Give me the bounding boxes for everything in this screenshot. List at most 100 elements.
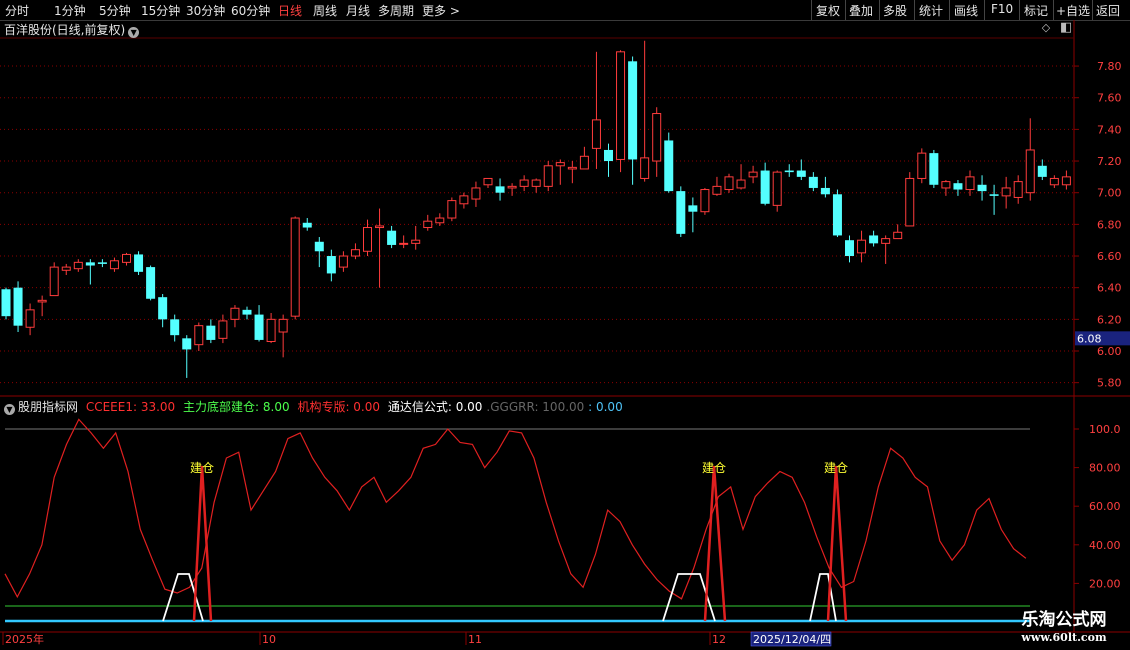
- candle-body-up: [1025, 149, 1035, 194]
- date-tick-label: 11: [468, 633, 482, 646]
- candle-body-up: [941, 181, 951, 189]
- candle-body-down: [495, 186, 505, 193]
- stock-chart[interactable]: 建仓 建仓 建仓 7.80 7.60 7.40 7.20 7.00 6.80 6.60 6.40 6…: [0, 0, 1130, 650]
- candle-body-up: [218, 320, 228, 339]
- candle-body-down: [158, 297, 168, 320]
- price-tick-label: 5.80: [1097, 377, 1122, 390]
- candle-body-up: [350, 249, 360, 257]
- indicator-name[interactable]: 股朋指标网: [18, 400, 78, 414]
- chevron-down-icon[interactable]: ▼: [128, 27, 140, 38]
- price-tick-label: 7.20: [1097, 155, 1122, 168]
- indicator-value-gggrr: .GGGRR: 100.00: [486, 400, 585, 414]
- cceee1-line: [4, 418, 1027, 600]
- chevron-down-icon[interactable]: ▼: [4, 404, 15, 415]
- build-signal-label: 建仓: [824, 461, 848, 475]
- date-tick-label: 12: [712, 633, 726, 646]
- candle-body-up: [881, 238, 891, 244]
- candle-body-down: [929, 153, 939, 185]
- candle-body-up: [266, 318, 276, 343]
- price-tick-label: 7.80: [1097, 60, 1122, 73]
- indicator-tick-label: 40.00: [1089, 539, 1121, 552]
- candle-body-up: [893, 231, 903, 240]
- candle-body-down: [989, 194, 999, 196]
- candle-body-down: [302, 222, 312, 228]
- candle-body-down: [1, 289, 11, 317]
- candle-body-up: [1013, 181, 1023, 198]
- price-tick-label: 6.40: [1097, 282, 1122, 295]
- cursor-date-label: 2025/12/04/四: [753, 633, 831, 646]
- candle-body-up: [122, 253, 131, 263]
- candle-body-up: [447, 200, 457, 219]
- candle-body-up: [459, 195, 469, 205]
- candle-body-down: [387, 230, 397, 245]
- candle-body-down: [664, 140, 674, 192]
- candle-body-down: [242, 309, 252, 315]
- candle-body-up: [435, 217, 445, 224]
- build-signal-label: 建仓: [702, 461, 726, 475]
- candle-body-up: [109, 260, 119, 270]
- indicator-value-extra: : 0.00: [588, 400, 623, 414]
- candle-body-up: [531, 179, 541, 187]
- date-tick-label: 2025年: [5, 632, 44, 646]
- candle-body-down: [254, 314, 264, 340]
- price-tick-label: 6.60: [1097, 250, 1122, 263]
- candle-body-up: [423, 220, 433, 229]
- candle-body-down: [784, 170, 794, 173]
- institution-hump: [809, 573, 837, 622]
- candle-body-down: [820, 187, 830, 195]
- candle-body-up: [616, 51, 626, 160]
- candle-body-down: [314, 241, 324, 252]
- candle-body-down: [134, 254, 144, 272]
- candle-body-down: [182, 338, 192, 350]
- candle-body-up: [411, 239, 421, 244]
- candle-body-up: [567, 166, 577, 170]
- candle-body-up: [917, 152, 927, 179]
- candle-body-up: [278, 318, 288, 333]
- candle-body-up: [700, 189, 710, 213]
- candlestick-series: [1, 40, 1071, 378]
- candle-body-down: [628, 61, 638, 160]
- candle-body-up: [399, 242, 409, 245]
- panel-toggle-icon[interactable]: ◧: [1060, 21, 1072, 34]
- candle-body-up: [905, 177, 915, 227]
- axes: 7.80 7.60 7.40 7.20 7.00 6.80 6.60 6.40 6.20 6.00…: [2, 60, 1130, 647]
- candle-body-down: [869, 235, 879, 244]
- candle-body-down: [97, 262, 107, 264]
- candle-body-up: [338, 255, 348, 268]
- candle-body-up: [724, 176, 734, 191]
- candle-body-down: [808, 176, 818, 188]
- candle-body-up: [748, 171, 758, 178]
- candle-body-up: [519, 179, 529, 187]
- candle-body-down: [953, 183, 963, 190]
- candle-body-down: [977, 184, 987, 192]
- indicator-series: 建仓 建仓 建仓: [4, 418, 1030, 623]
- indicator-tick-label: 80.00: [1089, 462, 1121, 475]
- candle-body-up: [1001, 187, 1011, 197]
- candle-body-up: [857, 239, 867, 254]
- candle-body-down: [845, 240, 854, 257]
- candle-body-up: [555, 162, 565, 167]
- candle-body-down: [688, 205, 698, 212]
- candle-body-down: [1037, 165, 1047, 177]
- candle-body-up: [640, 157, 650, 179]
- candle-body-up: [290, 217, 300, 317]
- watermark-url: www.60lt.com: [1021, 631, 1107, 644]
- current-price-label: 6.08: [1077, 332, 1102, 345]
- candle-body-up: [471, 187, 481, 200]
- price-tick-label: 6.20: [1097, 313, 1122, 326]
- watermark-title: 乐淘公式网: [1021, 610, 1107, 630]
- candle-body-up: [652, 113, 662, 162]
- indicator-value-institution: 机构专版: 0.00: [297, 400, 381, 414]
- candle-body-down: [206, 325, 216, 340]
- diamond-icon[interactable]: ◇: [1040, 22, 1052, 34]
- watermark: 乐淘公式网 www.60lt.com: [1000, 610, 1128, 646]
- candle-body-down: [13, 287, 23, 326]
- price-tick-label: 7.40: [1097, 123, 1122, 136]
- candle-body-up: [49, 266, 59, 297]
- indicator-value-bottom-build: 主力底部建仓: 8.00: [183, 400, 290, 414]
- candle-body-up: [736, 179, 746, 189]
- stock-title[interactable]: 百洋股份(日线,前复权) ▼: [4, 21, 140, 38]
- candle-body-up: [194, 325, 204, 346]
- candle-body-down: [604, 149, 613, 162]
- build-signal-label: 建仓: [190, 461, 214, 475]
